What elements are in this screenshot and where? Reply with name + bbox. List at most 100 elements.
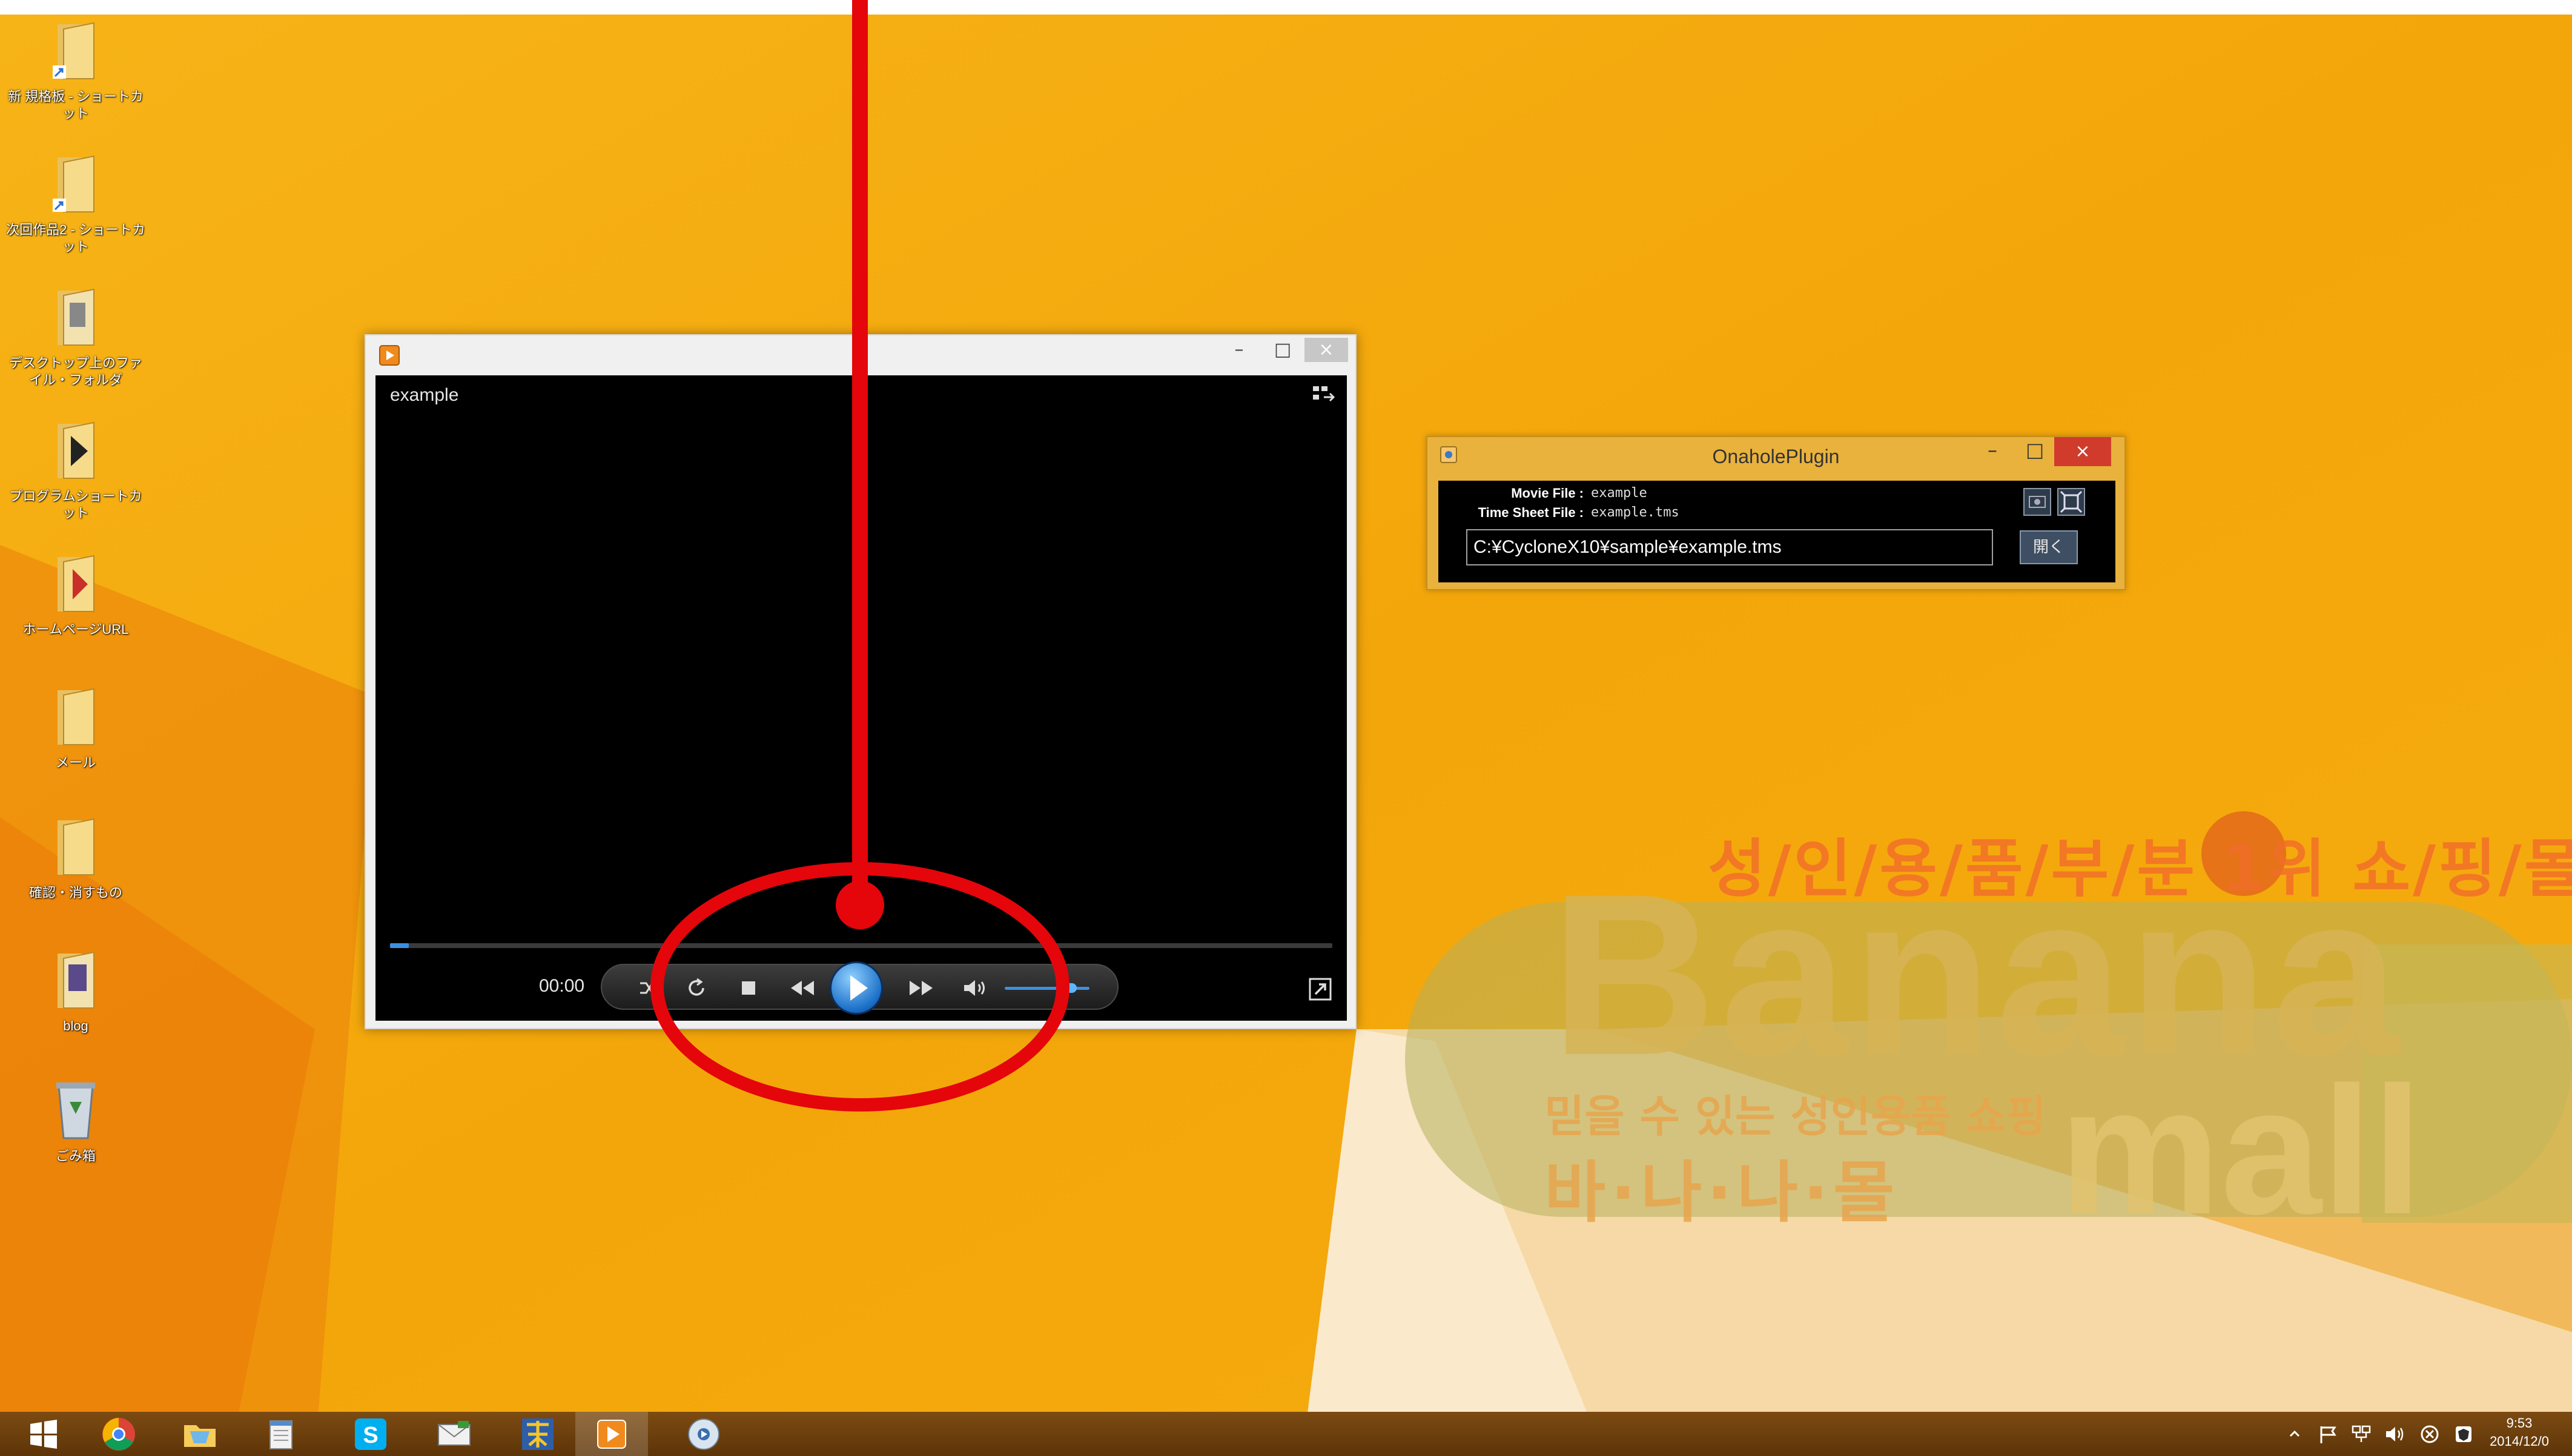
wallpaper-brand-bottom: mall [2059,1049,2423,1252]
desktop-icon-homepage-url[interactable]: ホームページURL [0,551,151,638]
desktop-icon-label: ごみ箱 [55,1148,96,1164]
folder-icon [58,555,94,612]
plugin-maximize-button[interactable]: □ [2026,438,2044,461]
folder-app-icon [184,1425,216,1447]
desktop-icon-desktop-files[interactable]: デスクトップ上のファイル・フォルダ [0,285,151,389]
plugin-title: OnaholePlugin [1712,446,1840,467]
fit-window-button[interactable] [2057,488,2085,516]
stop-icon [742,981,755,995]
taskbar-folder-app[interactable] [164,1412,236,1456]
media-player-app-icon [379,345,400,366]
movie-file-label: Movie File : [1511,486,1584,501]
folder-shortcut-icon [53,22,94,79]
volume-tray-icon[interactable] [2384,1424,2406,1444]
taskbar-clock[interactable]: 9:53 2014/12/0 [2474,1414,2565,1451]
player-minimize-button[interactable]: – [1217,338,1261,362]
mail-icon [438,1420,471,1446]
switch-view-icon[interactable] [1311,384,1336,406]
fullscreen-icon[interactable] [1308,977,1332,1001]
mute-button[interactable] [958,970,994,1006]
player-close-button[interactable]: × [1304,338,1348,362]
desktop-icon-mail[interactable]: メール [0,684,151,771]
time-sheet-path-input[interactable]: C:¥CycloneX10¥sample¥example.tms [1466,529,1993,565]
chevron-up-icon [2289,1430,2300,1437]
video-title: example [390,385,459,405]
taskbar-mail[interactable] [418,1412,491,1456]
wallpaper-subtitle-2: 바·나·나·몰 [1544,1154,1900,1231]
speaker-icon [964,980,985,996]
folder-icon [58,818,94,875]
taskbar-chrome[interactable] [82,1412,155,1456]
action-center-flag-icon[interactable] [2318,1424,2338,1444]
desktop-icon-label: ホームページURL [22,622,129,637]
notepad-icon [269,1420,293,1449]
folder-icon [58,688,94,745]
recycle-bin-icon [56,1082,95,1139]
desktop-icon-program-shortcuts[interactable]: プログラムショートカット [0,418,151,522]
cd-player-icon [688,1418,719,1450]
open-file-button[interactable]: 開く [2020,530,2078,564]
folder-icon [58,951,94,1009]
clock-date: 2014/12/0 [2490,1434,2549,1449]
fast-forward-button[interactable] [904,970,940,1006]
repeat-button[interactable] [678,970,715,1006]
desktop-icon-to-delete[interactable]: 確認・消すもの [0,814,151,901]
taskbar-notepad[interactable] [245,1412,317,1456]
desktop-icon-blog[interactable]: blog [0,947,151,1035]
volume-slider-thumb[interactable] [1060,983,1077,993]
folder-icon [58,421,94,479]
fast-forward-icon [910,981,933,995]
desktop-icon-label: プログラムショートカット [9,489,142,521]
seek-bar-fill [390,943,409,948]
time-sheet-value: example.tms [1591,505,1679,520]
start-button[interactable] [7,1412,80,1456]
play-button[interactable] [830,961,883,1015]
desktop-icon-label: 次回作品2 - ショートカット [6,222,145,254]
stop-button[interactable] [730,970,767,1006]
desktop-icon-label: 確認・消すもの [28,885,122,900]
taskbar-skype[interactable]: S [334,1412,407,1456]
taskbar: S 9:53 2014/12/0 [0,1412,2572,1456]
skype-icon: S [355,1418,386,1450]
player-titlebar[interactable]: – □ × [366,335,1355,375]
player-maximize-button[interactable]: □ [1261,338,1304,362]
desktop-icon-label: 新 規格板 - ショートカット [8,89,144,121]
movie-file-value: example [1591,486,1647,501]
camera-icon [2029,496,2046,508]
chrome-icon [102,1417,135,1451]
folder-shortcut-icon [53,155,94,212]
windows-logo-icon [30,1419,57,1449]
rewind-button[interactable] [784,970,820,1006]
plugin-minimize-button[interactable]: – [1988,438,1997,461]
network-icon[interactable] [2350,1424,2372,1444]
screenshot-button[interactable] [2023,488,2051,516]
taskbar-cd-player[interactable] [667,1412,740,1456]
desktop-icon-next-work-shortcut[interactable]: 次回作品2 - ショートカット [0,151,151,255]
clock-time: 9:53 [2506,1415,2533,1431]
wallpaper-subtitle-1: 믿을 수 있는 성인용품 쇼핑 [1544,1091,2046,1142]
desktop-icon-new-board-shortcut[interactable]: 新 規格板 - ショートカット [0,18,151,122]
system-tray: 9:53 2014/12/0 [2209,1412,2572,1456]
desktop-icon-recycle-bin[interactable]: ごみ箱 [0,1078,151,1165]
volume-slider[interactable] [1005,987,1089,990]
desktop-icon-label: blog [63,1018,88,1033]
security-status-icon[interactable] [2419,1424,2440,1444]
time-display: 00:00 [539,976,585,996]
video-area[interactable]: example 00:00 [375,375,1347,1021]
taskbar-kanji-app[interactable] [501,1412,574,1456]
seek-bar[interactable] [390,943,1332,948]
shuffle-button[interactable] [631,970,667,1006]
svg-text:S: S [363,1423,378,1448]
playback-controls [601,961,1119,1015]
plugin-close-button[interactable]: × [2054,437,2111,466]
play-icon [850,975,868,1001]
taskbar-media-player[interactable] [575,1412,648,1456]
show-hidden-icons-button[interactable] [2287,1426,2302,1441]
defender-icon[interactable] [2453,1424,2474,1444]
media-player-icon [597,1419,626,1449]
folder-icon [58,288,94,346]
shuffle-icon [640,980,660,996]
fit-window-icon [2060,490,2083,513]
desktop: 성/인/용/품/부/분 1위 쇼/핑/몰 Banana mall 믿을 수 있는… [0,0,2572,1456]
desktop-icon-label: デスクトップ上のファイル・フォルダ [8,355,142,387]
